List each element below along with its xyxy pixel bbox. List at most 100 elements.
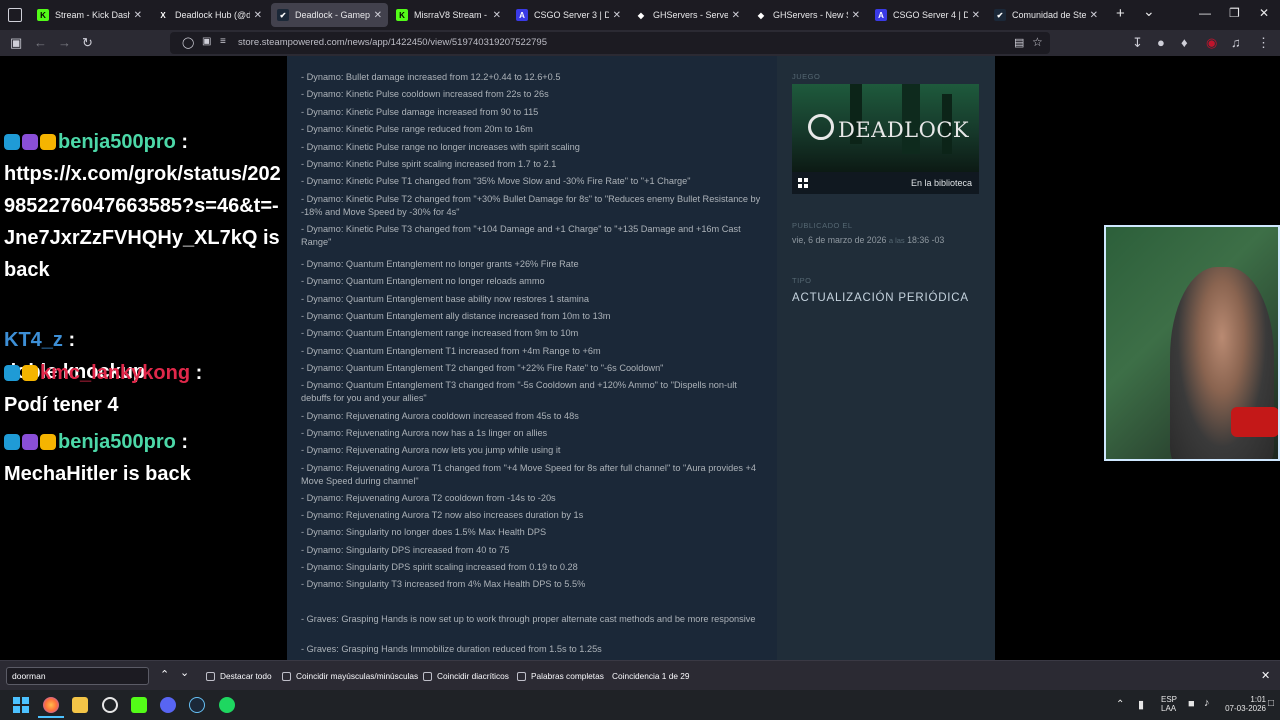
patch-note: - Dynamo: Bullet damage increased from 1… [301,72,561,82]
nav-bar: ▣ ← → ↻ ◯ ▣ ≡ store.steampowered.com/new… [0,30,1280,56]
language-indicator[interactable]: ESP LAA [1161,695,1177,713]
spotify-icon[interactable] [219,697,235,713]
chat-badge-icon [22,365,38,381]
firefox-icon[interactable] [43,697,59,713]
steam-icon[interactable] [189,697,205,713]
patch-note: - Dynamo: Kinetic Pulse T1 changed from … [301,176,691,186]
discord-icon[interactable] [160,697,176,713]
chat-text: Podí tener 4 [4,394,119,416]
tab-close-icon[interactable]: ✕ [134,10,142,21]
extensions-icon[interactable]: ♦ [1181,35,1188,51]
patch-note: - Dynamo: Singularity DPS spirit scaling… [301,562,578,572]
browser-tab[interactable]: X Deadlock Hub (@deadlock ✕ [151,3,268,27]
find-close-icon[interactable]: ✕ [1261,669,1270,682]
reader-view-icon[interactable]: ▤ [1014,36,1024,49]
browser-tab[interactable]: A CSGO Server 4 | Dashb ✕ [869,3,986,27]
restore-icon[interactable]: ❐ [1229,6,1240,20]
tray-overflow-icon[interactable]: ⌃ [1116,699,1124,710]
find-previous-icon[interactable]: ⌃ [160,668,169,681]
clock[interactable]: 1:01 07-03-2026 [1222,695,1266,713]
tab-list-left-icon[interactable] [8,8,22,22]
patch-note: - Dynamo: Rejuvenating Aurora cooldown i… [301,411,579,421]
kick-icon[interactable] [131,697,147,713]
webcam-overlay [1104,225,1280,461]
browser-tab[interactable]: K MisrraV8 Stream - ✕ [390,3,507,27]
patch-note: - Graves: Grasping Hands is now set up t… [301,614,756,624]
tab-label: Deadlock - Gameplay U [295,10,370,20]
chat-badge-icon [4,365,20,381]
tab-close-icon[interactable]: ✕ [613,10,621,21]
notifications-icon[interactable]: □ [1268,698,1274,709]
forward-icon[interactable]: → [58,35,71,51]
tab-close-icon[interactable]: ✕ [972,10,980,21]
browser-tab[interactable]: A CSGO Server 3 | Dashb ✕ [510,3,627,27]
match-case-checkbox[interactable]: Coincidir mayúsculas/minúsculas [282,671,418,681]
whole-words-checkbox[interactable]: Palabras completas [517,671,604,681]
patch-note: - Dynamo: Quantum Entanglement T3 change… [301,380,737,403]
game-logo: DEADLOCK [838,118,970,142]
tab-favicon-icon: ◆ [755,9,767,21]
browser-tab[interactable]: ✔ Deadlock - Gameplay U ✕ [271,3,388,27]
tab-close-icon[interactable]: ✕ [1090,10,1098,21]
stream-chat-overlay: benja500pro : https://x.com/grok/status/2… [0,56,287,660]
bookmark-star-icon[interactable]: ☆ [1032,35,1043,49]
downloads-icon[interactable]: ↧ [1132,35,1143,51]
lock-icon[interactable]: ▣ [202,36,211,47]
network-icon[interactable]: ■ [1188,698,1195,710]
browser-tab[interactable]: K Stream - Kick Dashboard ✕ [31,3,148,27]
file-explorer-icon[interactable] [72,697,88,713]
find-next-icon[interactable]: ⌄ [180,666,189,679]
microphone-tray-icon[interactable]: ▮ [1138,698,1144,711]
obs-icon[interactable] [102,697,118,713]
shield-icon[interactable]: ◯ [182,36,194,49]
address-bar[interactable]: ◯ ▣ ≡ store.steampowered.com/news/app/14… [170,32,1050,54]
tab-label: GHServers - Server - C [653,10,728,20]
tab-favicon-icon: ◆ [635,9,647,21]
menu-icon[interactable]: ⋮ [1257,35,1270,51]
chat-username[interactable]: benja500pro [58,131,176,153]
find-input[interactable]: doorman [6,667,149,685]
tab-close-icon[interactable]: ✕ [493,10,501,21]
tab-close-icon[interactable]: ✕ [254,10,262,21]
game-label: JUEGO [792,72,821,81]
match-diacritics-checkbox[interactable]: Coincidir diacríticos [423,671,509,681]
patch-note: - Dynamo: Quantum Entanglement no longer… [301,259,579,269]
account-icon[interactable]: ● [1157,35,1165,51]
browser-tab[interactable]: ◆ GHServers - New Serve ✕ [749,3,866,27]
tab-close-icon[interactable]: ✕ [852,10,860,21]
tab-list-button[interactable]: ⌄ [1143,3,1155,20]
ublock-icon[interactable]: ◉ [1206,35,1217,51]
patch-note: - Dynamo: Quantum Entanglement T2 change… [301,363,664,373]
in-library-label[interactable]: En la biblioteca [911,178,972,188]
url-text[interactable]: store.steampowered.com/news/app/1422450/… [238,37,547,48]
browser-tab[interactable]: ◆ GHServers - Server - C ✕ [629,3,746,27]
patch-note: - Dynamo: Rejuvenating Aurora now has a … [301,428,548,438]
volume-icon[interactable]: ♪ [1204,697,1210,709]
tab-close-icon[interactable]: ✕ [374,10,382,21]
browser-tab[interactable]: ✔ Comunidad de Steam ::✕ [988,3,1104,27]
chat-badge-icon [40,434,56,450]
patch-note: - Dynamo: Kinetic Pulse spirit scaling i… [301,159,557,169]
patch-note: - Graves: Grasping Hands Immobilize dura… [301,644,602,654]
game-card[interactable]: DEADLOCK En la biblioteca [792,84,979,194]
tab-close-icon[interactable]: ✕ [732,10,740,21]
tab-favicon-icon: ✔ [277,9,289,21]
windows-icon [798,178,808,188]
page-info-icon[interactable]: ≡ [220,36,226,47]
close-window-icon[interactable]: ✕ [1259,6,1269,20]
audio-icon[interactable]: ♫ [1231,35,1241,51]
reload-icon[interactable]: ↻ [82,35,93,51]
back-icon[interactable]: ← [34,35,47,51]
chat-username[interactable]: KT4_z [4,329,63,351]
steam-news-page: - Dynamo: Bullet damage increased from 1… [287,56,995,660]
chat-username[interactable]: kmc_lankykong [40,362,190,384]
sidebar-toggle-icon[interactable]: ▣ [10,35,22,51]
tab-strip: K Stream - Kick Dashboard ✕ X Deadlock Hub (… [0,0,1280,30]
highlight-all-checkbox[interactable]: Destacar todo [206,671,272,681]
windows-start-icon[interactable] [13,697,29,713]
minimize-icon[interactable]: — [1199,6,1211,20]
new-tab-button[interactable]: + [1116,5,1125,22]
chat-badge-icon [22,134,38,150]
chat-separator: : [190,362,203,384]
chat-username[interactable]: benja500pro [58,431,176,453]
